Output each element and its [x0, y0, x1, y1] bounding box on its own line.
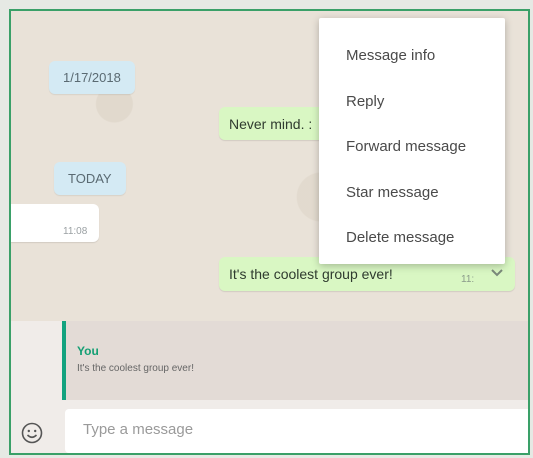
reply-preview[interactable]: You It's the coolest group ever!: [62, 321, 528, 400]
message-context-menu: Message info Reply Forward message Star …: [319, 18, 505, 264]
date-label-old: 1/17/2018: [49, 61, 135, 94]
menu-item-forward[interactable]: Forward message: [346, 138, 466, 155]
compose-area: You It's the coolest group ever!: [11, 321, 528, 453]
chevron-down-icon[interactable]: [489, 264, 505, 283]
message-text: Never mind. :: [229, 116, 313, 132]
chat-window: 1/17/2018 Never mind. : TODAY 11:08 It's…: [9, 9, 530, 455]
message-input-box[interactable]: [65, 409, 528, 453]
message-time: 11:08: [63, 226, 88, 237]
message-time: 11:: [461, 274, 475, 285]
menu-item-delete[interactable]: Delete message: [346, 229, 454, 246]
emoji-icon[interactable]: [20, 421, 44, 450]
reply-text: It's the coolest group ever!: [77, 363, 194, 374]
menu-item-star[interactable]: Star message: [346, 184, 439, 201]
reply-author: You: [77, 344, 99, 358]
message-bubble-incoming[interactable]: 11:08: [11, 204, 99, 242]
menu-item-reply[interactable]: Reply: [346, 93, 384, 110]
message-input[interactable]: [81, 420, 505, 439]
date-label-today: TODAY: [54, 162, 126, 195]
message-text: It's the coolest group ever!: [229, 266, 393, 282]
menu-item-message-info[interactable]: Message info: [346, 47, 435, 64]
